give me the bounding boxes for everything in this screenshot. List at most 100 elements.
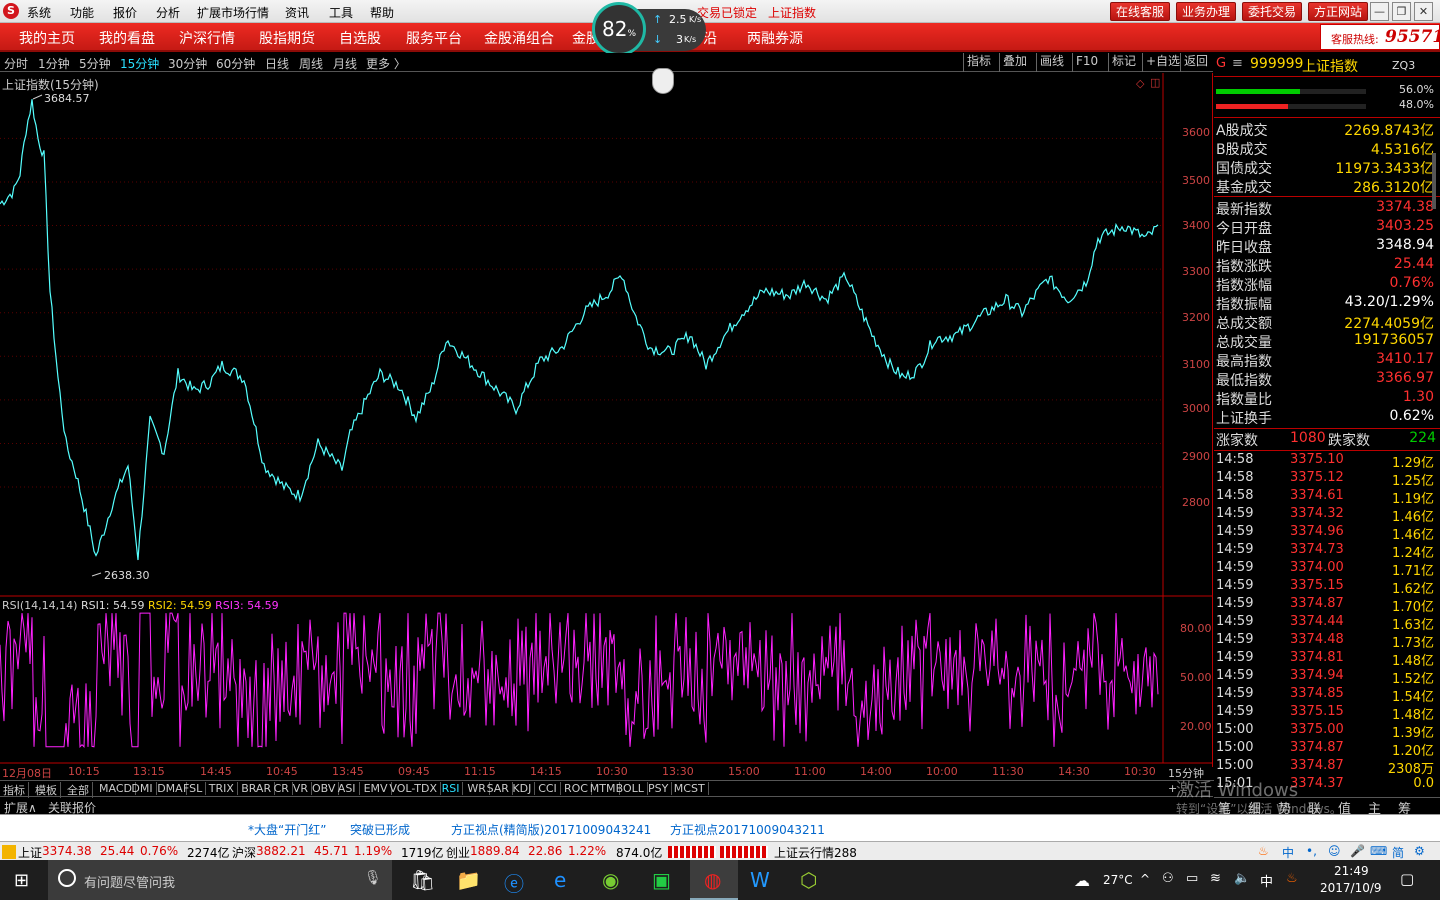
indicator-tab[interactable]: BRAR [241, 782, 276, 795]
sh-label[interactable]: 上证 [18, 844, 42, 861]
tray-people-icon[interactable]: ⚇ [1162, 871, 1174, 886]
explorer-icon[interactable]: 📁 [456, 868, 481, 892]
nav-my-board[interactable]: 我的看盘 [99, 28, 155, 48]
sz-label[interactable]: 沪深 [232, 844, 256, 861]
trade-row[interactable]: 15:00 3374.87 1.20亿 [1216, 740, 1436, 759]
nav-service[interactable]: 服务平台 [406, 28, 462, 48]
trade-row[interactable]: 14:58 3375.10 1.29亿 [1216, 452, 1436, 471]
search-box[interactable]: 有问题尽管问我 🎙 [48, 860, 392, 900]
period-tab[interactable]: 60分钟 [216, 55, 255, 72]
indicator-tab[interactable]: VOL-TDX [389, 782, 441, 795]
ime-logo-icon[interactable]: ♨ [1258, 844, 1269, 858]
indicator-tab[interactable]: KDJ [512, 782, 536, 795]
menu-help[interactable]: 帮助 [370, 4, 394, 21]
notification-icon[interactable]: ▢ [1400, 870, 1414, 888]
menu-function[interactable]: 功能 [70, 4, 94, 21]
menu-tools[interactable]: 工具 [329, 4, 353, 21]
trade-row[interactable]: 14:59 3374.85 1.54亿 [1216, 686, 1436, 705]
network-app-icon[interactable]: ⬡ [800, 868, 817, 892]
trade-row[interactable]: 14:59 3374.81 1.48亿 [1216, 650, 1436, 669]
network-speed-widget[interactable]: ↑ 2.5 K/s ↓ 3 K/s 82% [592, 0, 712, 58]
toolbar-f10-button[interactable]: F10 [1072, 53, 1101, 72]
indicator-tab[interactable]: PSY [648, 782, 673, 795]
trade-row[interactable]: 14:59 3375.15 1.62亿 [1216, 578, 1436, 597]
trade-button[interactable]: 委托交易 [1242, 2, 1303, 21]
wps-icon[interactable]: W [750, 868, 770, 892]
close-button[interactable]: ✕ [1414, 2, 1433, 21]
menu-news[interactable]: 资讯 [285, 4, 309, 21]
nav-home[interactable]: 我的主页 [19, 28, 75, 48]
toolbar-draw-button[interactable]: 画线 [1036, 53, 1067, 72]
wifi-icon[interactable]: ≋ [1210, 871, 1221, 886]
windows-start-icon[interactable]: ⊞ [14, 870, 29, 891]
indicator-tab[interactable]: MCST [674, 782, 709, 795]
quote-menu-icon[interactable]: ≡ [1232, 56, 1243, 71]
trade-row[interactable]: 14:59 3374.96 1.46亿 [1216, 524, 1436, 543]
ime-keyboard-icon[interactable]: ⌨ [1370, 844, 1387, 858]
store-icon[interactable]: 🛍 [410, 868, 435, 892]
ime-settings-icon[interactable]: ⚙ [1414, 844, 1425, 858]
indicator-tab[interactable]: FSL [183, 782, 207, 795]
app-green-icon[interactable]: ▣ [652, 868, 671, 892]
period-tab[interactable]: 30分钟 [168, 55, 207, 72]
ie-icon[interactable]: ⓔ [504, 868, 524, 897]
period-more[interactable]: 更多 〉 [366, 55, 406, 72]
ime-simplified-icon[interactable]: 简 [1392, 844, 1404, 861]
trade-row[interactable]: 14:59 3375.15 1.48亿 [1216, 704, 1436, 723]
toolbar-indicator-button[interactable]: 指标 [963, 53, 994, 72]
nav-futures[interactable]: 股指期货 [259, 28, 315, 48]
toolbar-mark-button[interactable]: 标记 [1108, 53, 1139, 72]
indicator-tab[interactable]: CR [274, 782, 293, 795]
ime-smile-icon[interactable]: ☺ [1328, 844, 1341, 858]
trade-row[interactable]: 15:00 3375.00 1.39亿 [1216, 722, 1436, 741]
period-tab[interactable]: 周线 [299, 55, 323, 72]
clock-time[interactable]: 21:49 [1334, 864, 1369, 878]
trade-row[interactable]: 14:58 3375.12 1.25亿 [1216, 470, 1436, 489]
period-tab-active[interactable]: 15分钟 [120, 55, 159, 72]
period-tab[interactable]: 日线 [265, 55, 289, 72]
trade-row[interactable]: 14:59 3374.32 1.46亿 [1216, 506, 1436, 525]
indicator-tab[interactable]: TRIX [209, 782, 238, 795]
indicator-tab[interactable]: CCI [538, 782, 561, 795]
weather-icon[interactable]: ☁ [1074, 871, 1090, 890]
trade-row[interactable]: 14:59 3374.94 1.52亿 [1216, 668, 1436, 687]
indicator-tab[interactable]: VR [293, 782, 312, 795]
browser-icon[interactable]: ◉ [602, 868, 619, 892]
indicator-tab[interactable]: ASI [338, 782, 360, 795]
nav-margin[interactable]: 两融券源 [747, 28, 803, 48]
trade-row[interactable]: 14:59 3374.00 1.71亿 [1216, 560, 1436, 579]
menu-quote[interactable]: 报价 [113, 4, 137, 21]
toolbar-add-watch-button[interactable]: +自选 [1142, 53, 1183, 72]
indicator-tab[interactable]: ROC [564, 782, 592, 795]
trade-row[interactable]: 15:00 3374.87 2308万 [1216, 758, 1436, 777]
cy-label[interactable]: 创业 [446, 844, 470, 861]
nav-portfolio[interactable]: 金股涌组合 [484, 28, 554, 48]
ticker-item[interactable]: 方正视点(精简版)20171009043241 [451, 821, 651, 838]
nav-watchlist[interactable]: 自选股 [339, 28, 381, 48]
ticker-item[interactable]: *大盘“开门红” [248, 821, 326, 838]
trade-row[interactable]: 14:58 3374.61 1.19亿 [1216, 488, 1436, 507]
minimize-button[interactable]: — [1370, 2, 1389, 21]
trade-row[interactable]: 14:59 3374.87 1.70亿 [1216, 596, 1436, 615]
ticker-item[interactable]: 突破已形成 [350, 821, 410, 838]
trade-row[interactable]: 14:59 3374.44 1.63亿 [1216, 614, 1436, 633]
indicator-tab[interactable]: RSI [442, 782, 464, 795]
microphone-icon[interactable]: 🎙 [364, 870, 382, 886]
business-button[interactable]: 业务办理 [1176, 2, 1237, 21]
ime-chinese-icon[interactable]: 中 [1282, 844, 1294, 861]
ime-indicator[interactable]: 中 [1260, 871, 1273, 890]
volume-icon[interactable]: 🔈 [1234, 871, 1250, 886]
menu-extended-market[interactable]: 扩展市场行情 [197, 4, 269, 21]
ticker-item[interactable]: 方正视点20171009043211 [670, 821, 825, 838]
founder-app-task[interactable]: ◍ [690, 860, 738, 900]
toolbar-overlay-button[interactable]: 叠加 [999, 53, 1030, 72]
period-tab[interactable]: 5分钟 [79, 55, 111, 72]
indicator-tab[interactable]: EMV [364, 782, 392, 795]
panel-scrollbar[interactable] [1432, 153, 1436, 209]
period-tab[interactable]: 月线 [333, 55, 357, 72]
trade-row[interactable]: 14:59 3374.48 1.73亿 [1216, 632, 1436, 651]
indicator-tab[interactable]: BOLL [616, 782, 648, 795]
nav-hs-market[interactable]: 沪深行情 [179, 28, 235, 48]
kline-chart[interactable]: 上证指数(15分钟) ◇ ◫ 3684.57 2638.30 3600 3500… [0, 73, 1213, 780]
battery-icon[interactable]: ▭ [1186, 871, 1198, 886]
